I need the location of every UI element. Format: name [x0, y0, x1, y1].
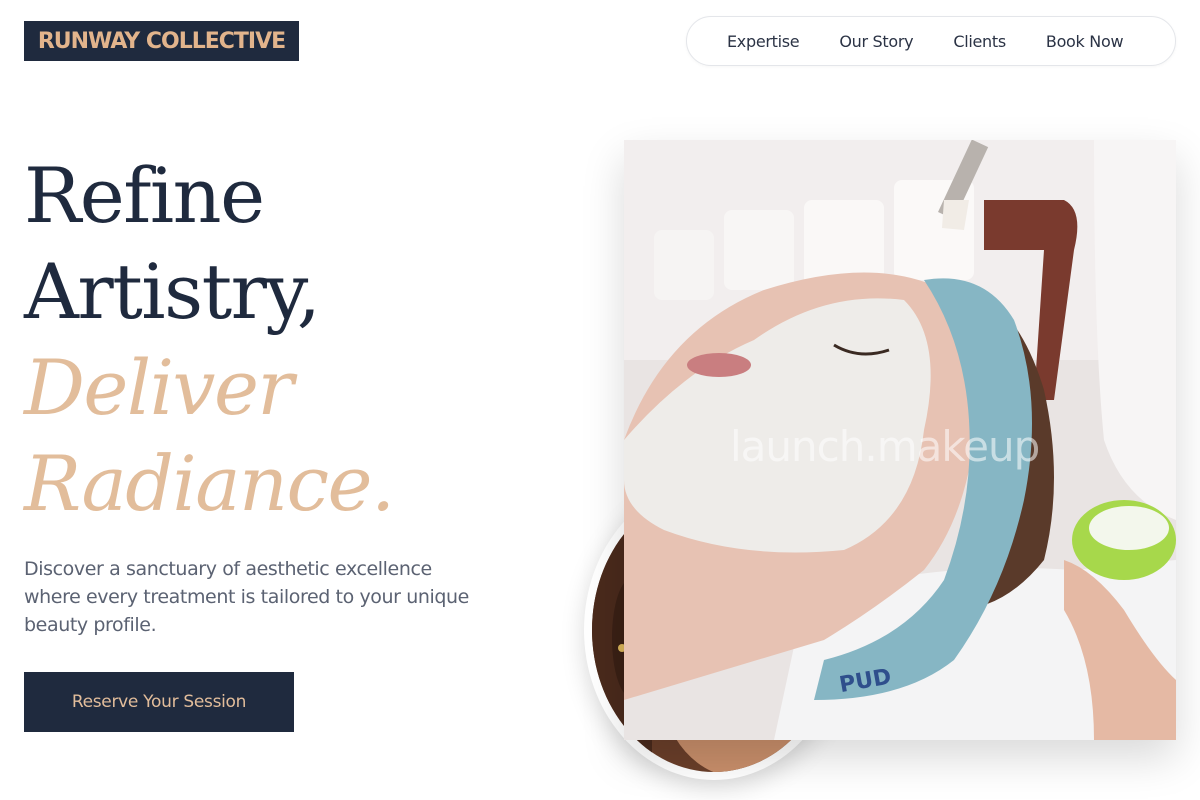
brand-logo[interactable]: RUNWAY COLLECTIVE [24, 21, 299, 61]
nav-item-book-now[interactable]: Book Now [1046, 32, 1124, 51]
headline-line-1: Refine [24, 151, 265, 240]
nav-item-clients[interactable]: Clients [953, 32, 1006, 51]
brand-logo-text: RUNWAY COLLECTIVE [37, 28, 286, 54]
nav-item-expertise[interactable]: Expertise [727, 32, 800, 51]
reserve-session-label: Reserve Your Session [71, 692, 247, 712]
reserve-session-button[interactable]: Reserve Your Session [24, 672, 294, 732]
nav-item-our-story[interactable]: Our Story [839, 32, 913, 51]
facial-treatment-photo: PUD launch.makeup [624, 140, 1176, 740]
headline-accent-line-2: Radiance. [24, 439, 395, 528]
hero-description: Discover a sanctuary of aesthetic excell… [24, 558, 469, 636]
main-nav: Expertise Our Story Clients Book Now [686, 16, 1176, 66]
headline-line-2: Artistry, [24, 247, 321, 336]
photo-watermark: launch.makeup [730, 422, 1040, 471]
hero-headline: Refine Artistry, Deliver Radiance. [24, 148, 395, 532]
headline-accent-line-1: Deliver [24, 343, 294, 432]
